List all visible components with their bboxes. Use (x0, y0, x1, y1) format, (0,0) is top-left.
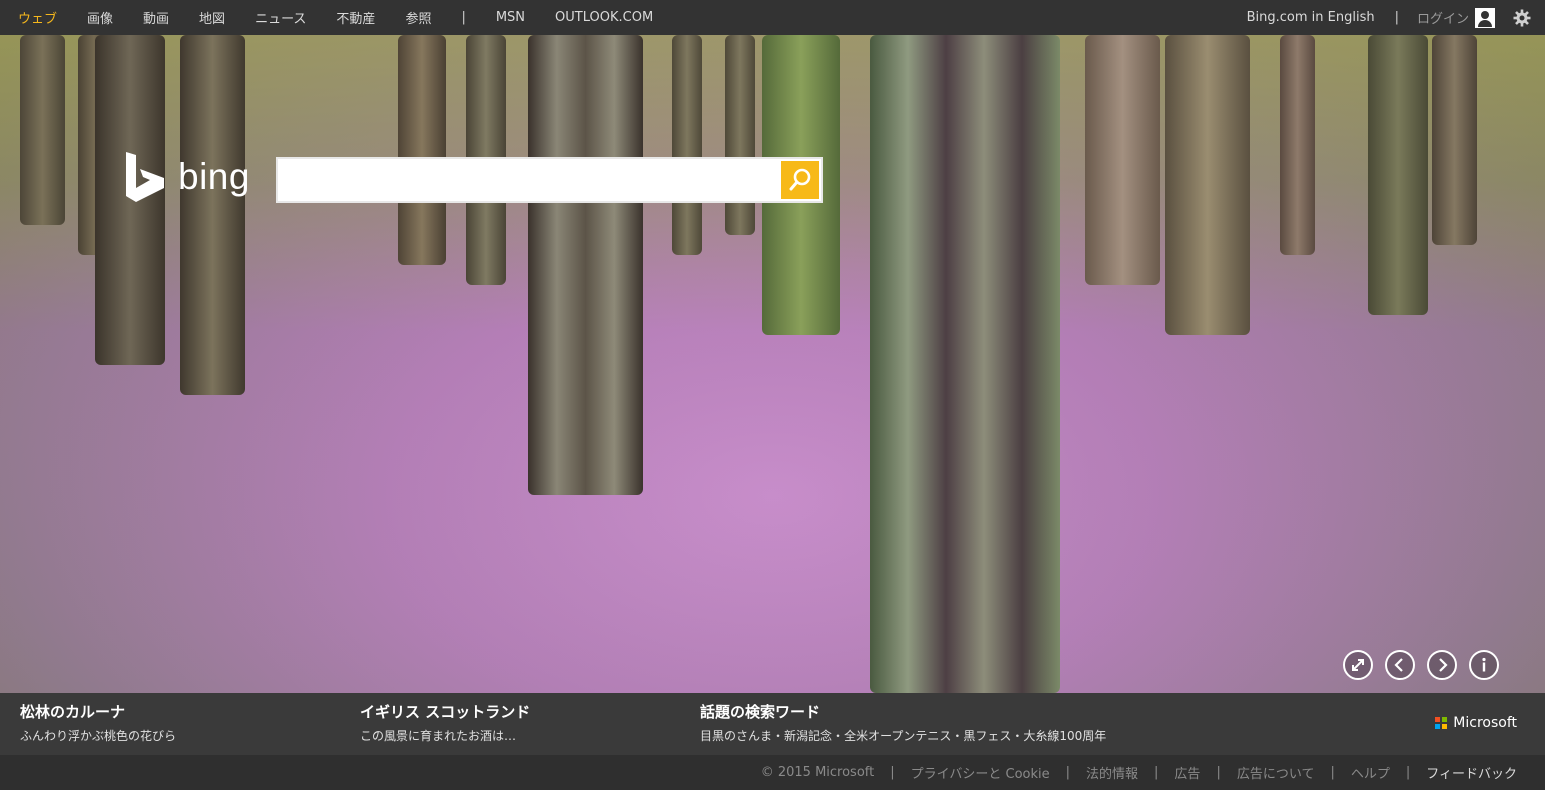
nav-web[interactable]: ウェブ (18, 8, 57, 27)
expand-icon (1352, 659, 1364, 671)
image-subtitle: ふんわり浮かぶ桃色の花びら (20, 729, 177, 743)
footer-divider: | (1154, 765, 1159, 780)
microsoft-wordmark: Microsoft (1453, 715, 1517, 731)
image-info-button[interactable] (1469, 650, 1499, 680)
nav-divider: | (461, 10, 466, 25)
footer-divider: | (1330, 765, 1335, 780)
tree-trunk (1165, 35, 1250, 335)
login-link[interactable]: ログイン (1417, 8, 1469, 27)
copyright-text: © 2015 Microsoft (760, 765, 875, 780)
next-image-button[interactable] (1427, 650, 1457, 680)
tree-trunk (672, 35, 702, 255)
advertise-link[interactable]: 広告 (1174, 763, 1200, 782)
tree-trunk (180, 35, 245, 395)
bing-logo[interactable]: bing (124, 152, 250, 202)
nav-maps[interactable]: 地図 (199, 8, 225, 27)
search-box (276, 157, 823, 203)
tree-trunk (1368, 35, 1428, 315)
trending-item[interactable]: 全米オープンテニス (844, 729, 951, 743)
tree-trunk (870, 35, 1060, 693)
fullscreen-button[interactable] (1343, 650, 1373, 680)
gear-icon[interactable] (1513, 9, 1531, 27)
user-avatar-icon[interactable] (1475, 7, 1495, 28)
search-button[interactable] (781, 161, 819, 199)
tree-trunk (725, 35, 755, 235)
about-ads-link[interactable]: 広告について (1237, 763, 1315, 782)
footer-divider: | (1216, 765, 1221, 780)
trending-title: 話題の検索ワード (700, 703, 821, 721)
microsoft-logo-icon (1435, 717, 1448, 729)
tree-trunk (528, 35, 643, 495)
bing-wordmark: bing (178, 156, 250, 197)
caption-block-image: 松林のカルーナ ふんわり浮かぶ桃色の花びら (20, 701, 176, 744)
trending-item[interactable]: 新潟記念 (784, 729, 832, 743)
trending-item[interactable]: 黒フェス (963, 729, 1011, 743)
microsoft-logo[interactable]: Microsoft (1435, 715, 1517, 731)
background-photo: bing (0, 35, 1545, 693)
nav-real-estate[interactable]: 不動産 (336, 8, 375, 27)
search-input[interactable] (278, 159, 778, 201)
footer-bar: © 2015 Microsoft | プライバシーと Cookie | 法的情報… (0, 755, 1545, 790)
nav-videos[interactable]: 動画 (143, 8, 169, 27)
location-subtitle: この風景に育まれたお酒は… (360, 729, 517, 743)
nav-outlook[interactable]: OUTLOOK.COM (555, 10, 653, 25)
trending-separator: ・ (772, 729, 785, 743)
trending-item[interactable]: 目黒のさんま (700, 729, 772, 743)
tree-trunk (1085, 35, 1160, 285)
trending-separator: ・ (832, 729, 845, 743)
tree-trunk (1280, 35, 1315, 255)
top-navigation-bar: ウェブ 画像 動画 地図 ニュース 不動産 参照 | MSN OUTLOOK.C… (0, 0, 1545, 35)
image-title-link[interactable]: 松林のカルーナ (20, 701, 176, 722)
image-controls (0, 650, 1545, 682)
nav-reference[interactable]: 参照 (405, 8, 431, 27)
trending-list: 目黒のさんま・新潟記念・全米オープンテニス・黒フェス・大糸線100周年 (700, 727, 1106, 744)
caption-block-location: イギリス スコットランド この風景に育まれたお酒は… (360, 701, 530, 744)
top-nav-links: ウェブ 画像 動画 地図 ニュース 不動産 参照 | MSN OUTLOOK.C… (18, 0, 683, 35)
help-link[interactable]: ヘルプ (1351, 763, 1390, 782)
legal-link[interactable]: 法的情報 (1086, 763, 1138, 782)
footer-links: © 2015 Microsoft | プライバシーと Cookie | 法的情報… (761, 755, 1517, 790)
privacy-link[interactable]: プライバシーと Cookie (911, 763, 1050, 782)
bing-english-link[interactable]: Bing.com in English (1247, 10, 1375, 25)
tree-trunk (398, 35, 446, 265)
chevron-left-icon (1394, 658, 1403, 672)
feedback-link[interactable]: フィードバック (1426, 763, 1517, 782)
chevron-right-icon (1439, 658, 1448, 672)
top-right-links: Bing.com in English | ログイン (1247, 0, 1531, 35)
bing-logo-mark (126, 152, 164, 202)
trending-separator: ・ (951, 729, 964, 743)
nav-news[interactable]: ニュース (255, 8, 306, 27)
location-title-link[interactable]: イギリス スコットランド (360, 701, 530, 722)
caption-block-trending: 話題の検索ワード 目黒のさんま・新潟記念・全米オープンテニス・黒フェス・大糸線1… (700, 701, 1106, 744)
previous-image-button[interactable] (1385, 650, 1415, 680)
nav-images[interactable]: 画像 (87, 8, 113, 27)
top-right-divider: | (1394, 10, 1399, 25)
trending-separator: ・ (1011, 729, 1024, 743)
trending-item[interactable]: 大糸線100周年 (1023, 729, 1106, 743)
footer-divider: | (1065, 765, 1071, 780)
search-icon (789, 168, 811, 191)
tree-trunk (1432, 35, 1477, 245)
info-icon (1482, 657, 1486, 672)
footer-divider: | (890, 765, 895, 780)
nav-msn[interactable]: MSN (496, 10, 525, 25)
hotspot-caption-bar: 松林のカルーナ ふんわり浮かぶ桃色の花びら イギリス スコットランド この風景に… (0, 693, 1545, 755)
footer-divider: | (1405, 765, 1411, 780)
tree-trunk (20, 35, 65, 225)
